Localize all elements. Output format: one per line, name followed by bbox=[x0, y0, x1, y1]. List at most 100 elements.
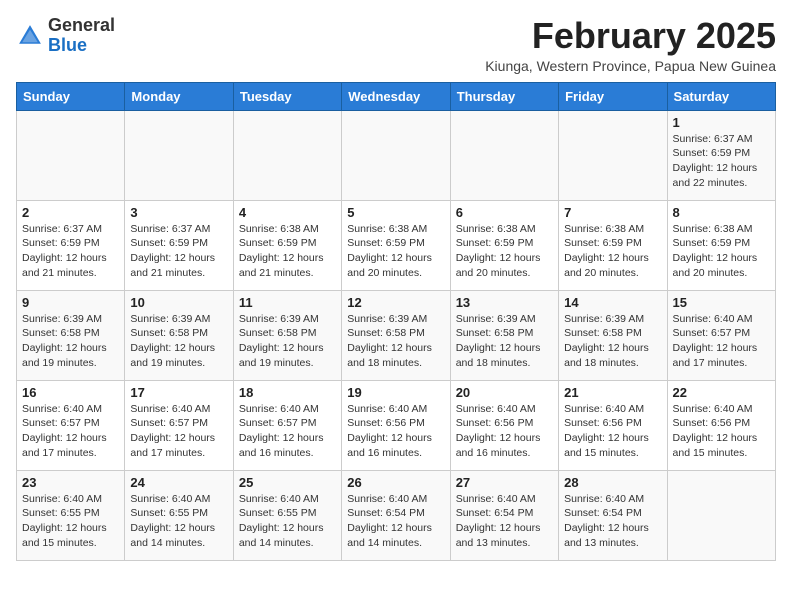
day-number: 14 bbox=[564, 295, 661, 310]
week-row-2: 2 Sunrise: 6:37 AM Sunset: 6:59 PM Daylig… bbox=[17, 200, 776, 290]
calendar-cell: 27 Sunrise: 6:40 AM Sunset: 6:54 PM Dayli… bbox=[450, 470, 558, 560]
day-info: Sunrise: 6:38 AM Sunset: 6:59 PM Dayligh… bbox=[456, 222, 553, 281]
calendar-cell bbox=[559, 110, 667, 200]
day-info: Sunrise: 6:40 AM Sunset: 6:56 PM Dayligh… bbox=[673, 402, 770, 461]
day-number: 18 bbox=[239, 385, 336, 400]
day-of-week-tuesday: Tuesday bbox=[233, 82, 341, 110]
day-number: 5 bbox=[347, 205, 444, 220]
day-of-week-friday: Friday bbox=[559, 82, 667, 110]
calendar-cell: 19 Sunrise: 6:40 AM Sunset: 6:56 PM Dayli… bbox=[342, 380, 450, 470]
calendar-cell: 26 Sunrise: 6:40 AM Sunset: 6:54 PM Dayli… bbox=[342, 470, 450, 560]
day-number: 6 bbox=[456, 205, 553, 220]
day-number: 26 bbox=[347, 475, 444, 490]
calendar-cell: 6 Sunrise: 6:38 AM Sunset: 6:59 PM Daylig… bbox=[450, 200, 558, 290]
calendar-cell bbox=[342, 110, 450, 200]
calendar-cell: 3Sunrise: 6:37 AM Sunset: 6:59 PM Daylig… bbox=[125, 200, 233, 290]
calendar-cell: 28Sunrise: 6:40 AM Sunset: 6:54 PM Dayli… bbox=[559, 470, 667, 560]
day-info: Sunrise: 6:38 AM Sunset: 6:59 PM Dayligh… bbox=[347, 222, 444, 281]
day-info: Sunrise: 6:39 AM Sunset: 6:58 PM Dayligh… bbox=[130, 312, 227, 371]
calendar-cell: 12 Sunrise: 6:39 AM Sunset: 6:58 PM Dayli… bbox=[342, 290, 450, 380]
day-number: 12 bbox=[347, 295, 444, 310]
day-number: 21 bbox=[564, 385, 661, 400]
day-number: 25 bbox=[239, 475, 336, 490]
calendar-cell: 20Sunrise: 6:40 AM Sunset: 6:56 PM Dayli… bbox=[450, 380, 558, 470]
day-number: 10 bbox=[130, 295, 227, 310]
calendar-cell: 16Sunrise: 6:40 AM Sunset: 6:57 PM Dayli… bbox=[17, 380, 125, 470]
title-block: February 2025 Kiunga, Western Province, … bbox=[485, 16, 776, 74]
day-number: 17 bbox=[130, 385, 227, 400]
calendar-body: 1 Sunrise: 6:37 AM Sunset: 6:59 PM Daylig… bbox=[17, 110, 776, 560]
calendar-cell: 11 Sunrise: 6:39 AM Sunset: 6:58 PM Dayli… bbox=[233, 290, 341, 380]
calendar-cell: 9Sunrise: 6:39 AM Sunset: 6:58 PM Daylig… bbox=[17, 290, 125, 380]
day-info: Sunrise: 6:40 AM Sunset: 6:56 PM Dayligh… bbox=[564, 402, 661, 461]
calendar-cell: 14 Sunrise: 6:39 AM Sunset: 6:58 PM Dayli… bbox=[559, 290, 667, 380]
calendar-cell: 24 Sunrise: 6:40 AM Sunset: 6:55 PM Dayli… bbox=[125, 470, 233, 560]
calendar-cell bbox=[667, 470, 775, 560]
logo: General Blue bbox=[16, 16, 115, 56]
day-info: Sunrise: 6:39 AM Sunset: 6:58 PM Dayligh… bbox=[456, 312, 553, 371]
day-info: Sunrise: 6:37 AM Sunset: 6:59 PM Dayligh… bbox=[22, 222, 119, 281]
day-info: Sunrise: 6:39 AM Sunset: 6:58 PM Dayligh… bbox=[22, 312, 119, 371]
calendar-cell: 15 Sunrise: 6:40 AM Sunset: 6:57 PM Dayli… bbox=[667, 290, 775, 380]
day-info: Sunrise: 6:38 AM Sunset: 6:59 PM Dayligh… bbox=[673, 222, 770, 281]
week-row-1: 1 Sunrise: 6:37 AM Sunset: 6:59 PM Daylig… bbox=[17, 110, 776, 200]
calendar-cell bbox=[17, 110, 125, 200]
day-info: Sunrise: 6:39 AM Sunset: 6:58 PM Dayligh… bbox=[347, 312, 444, 371]
day-of-week-monday: Monday bbox=[125, 82, 233, 110]
day-info: Sunrise: 6:40 AM Sunset: 6:55 PM Dayligh… bbox=[130, 492, 227, 551]
logo-text: General Blue bbox=[48, 16, 115, 56]
calendar-cell: 10 Sunrise: 6:39 AM Sunset: 6:58 PM Dayli… bbox=[125, 290, 233, 380]
calendar-cell: 2 Sunrise: 6:37 AM Sunset: 6:59 PM Daylig… bbox=[17, 200, 125, 290]
day-info: Sunrise: 6:40 AM Sunset: 6:55 PM Dayligh… bbox=[239, 492, 336, 551]
day-number: 19 bbox=[347, 385, 444, 400]
day-info: Sunrise: 6:40 AM Sunset: 6:54 PM Dayligh… bbox=[347, 492, 444, 551]
calendar-header: SundayMondayTuesdayWednesdayThursdayFrid… bbox=[17, 82, 776, 110]
day-info: Sunrise: 6:40 AM Sunset: 6:56 PM Dayligh… bbox=[456, 402, 553, 461]
day-number: 3 bbox=[130, 205, 227, 220]
day-of-week-thursday: Thursday bbox=[450, 82, 558, 110]
day-info: Sunrise: 6:39 AM Sunset: 6:58 PM Dayligh… bbox=[564, 312, 661, 371]
calendar-cell bbox=[450, 110, 558, 200]
day-number: 22 bbox=[673, 385, 770, 400]
day-info: Sunrise: 6:40 AM Sunset: 6:54 PM Dayligh… bbox=[564, 492, 661, 551]
week-row-3: 9Sunrise: 6:39 AM Sunset: 6:58 PM Daylig… bbox=[17, 290, 776, 380]
day-info: Sunrise: 6:40 AM Sunset: 6:54 PM Dayligh… bbox=[456, 492, 553, 551]
day-of-week-saturday: Saturday bbox=[667, 82, 775, 110]
calendar-cell bbox=[233, 110, 341, 200]
day-info: Sunrise: 6:40 AM Sunset: 6:55 PM Dayligh… bbox=[22, 492, 119, 551]
day-info: Sunrise: 6:40 AM Sunset: 6:57 PM Dayligh… bbox=[673, 312, 770, 371]
calendar-cell: 1 Sunrise: 6:37 AM Sunset: 6:59 PM Daylig… bbox=[667, 110, 775, 200]
day-info: Sunrise: 6:39 AM Sunset: 6:58 PM Dayligh… bbox=[239, 312, 336, 371]
day-number: 2 bbox=[22, 205, 119, 220]
calendar-cell: 25 Sunrise: 6:40 AM Sunset: 6:55 PM Dayli… bbox=[233, 470, 341, 560]
calendar-cell: 13Sunrise: 6:39 AM Sunset: 6:58 PM Dayli… bbox=[450, 290, 558, 380]
day-number: 15 bbox=[673, 295, 770, 310]
calendar-cell: 17 Sunrise: 6:40 AM Sunset: 6:57 PM Dayli… bbox=[125, 380, 233, 470]
calendar-cell: 22 Sunrise: 6:40 AM Sunset: 6:56 PM Dayli… bbox=[667, 380, 775, 470]
day-number: 1 bbox=[673, 115, 770, 130]
calendar-cell: 8Sunrise: 6:38 AM Sunset: 6:59 PM Daylig… bbox=[667, 200, 775, 290]
calendar-cell bbox=[125, 110, 233, 200]
day-number: 4 bbox=[239, 205, 336, 220]
day-number: 27 bbox=[456, 475, 553, 490]
day-of-week-wednesday: Wednesday bbox=[342, 82, 450, 110]
day-info: Sunrise: 6:38 AM Sunset: 6:59 PM Dayligh… bbox=[239, 222, 336, 281]
page-header: General Blue February 2025 Kiunga, Weste… bbox=[16, 16, 776, 74]
day-info: Sunrise: 6:37 AM Sunset: 6:59 PM Dayligh… bbox=[673, 132, 770, 191]
logo-general: General bbox=[48, 15, 115, 35]
week-row-4: 16Sunrise: 6:40 AM Sunset: 6:57 PM Dayli… bbox=[17, 380, 776, 470]
calendar-cell: 7Sunrise: 6:38 AM Sunset: 6:59 PM Daylig… bbox=[559, 200, 667, 290]
day-number: 24 bbox=[130, 475, 227, 490]
days-of-week-row: SundayMondayTuesdayWednesdayThursdayFrid… bbox=[17, 82, 776, 110]
day-info: Sunrise: 6:38 AM Sunset: 6:59 PM Dayligh… bbox=[564, 222, 661, 281]
logo-blue: Blue bbox=[48, 35, 87, 55]
calendar-table: SundayMondayTuesdayWednesdayThursdayFrid… bbox=[16, 82, 776, 561]
month-year-title: February 2025 bbox=[485, 16, 776, 56]
day-number: 23 bbox=[22, 475, 119, 490]
calendar-cell: 4 Sunrise: 6:38 AM Sunset: 6:59 PM Daylig… bbox=[233, 200, 341, 290]
logo-icon bbox=[16, 22, 44, 50]
location-subtitle: Kiunga, Western Province, Papua New Guin… bbox=[485, 58, 776, 74]
day-number: 11 bbox=[239, 295, 336, 310]
day-info: Sunrise: 6:40 AM Sunset: 6:56 PM Dayligh… bbox=[347, 402, 444, 461]
day-info: Sunrise: 6:40 AM Sunset: 6:57 PM Dayligh… bbox=[130, 402, 227, 461]
